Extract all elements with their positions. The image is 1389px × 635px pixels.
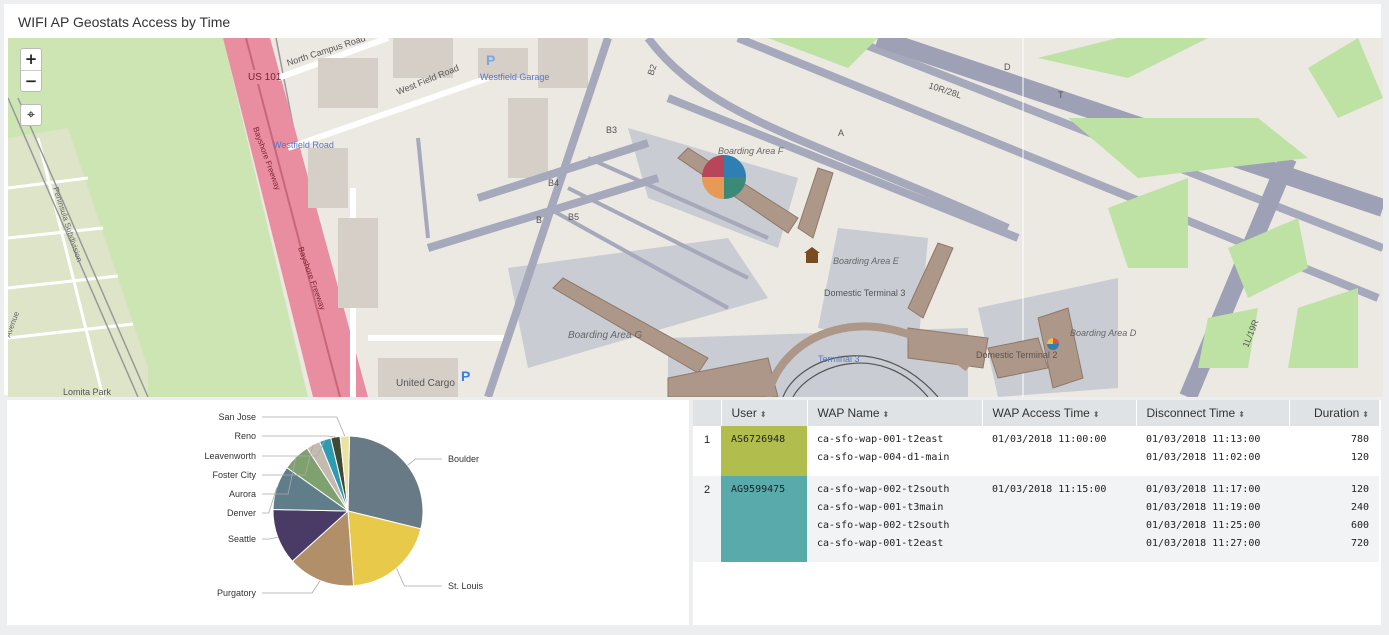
user-cell[interactable]: AS6726948	[721, 426, 807, 476]
disconnect-time: 01/03/2018 11:13:00	[1146, 434, 1261, 445]
pie-label: Denver	[227, 508, 256, 518]
header-wap-name[interactable]: WAP Name ⬍	[806, 400, 982, 426]
map-panel: WIFI AP Geostats Access by Time North Ca…	[4, 4, 1383, 397]
duration: 120	[1350, 484, 1369, 495]
wap-name: ca-sfo-wap-001-t2east	[817, 538, 944, 549]
duration: 600	[1350, 520, 1369, 531]
access-time-cell: 01/03/2018 11:00:00	[992, 434, 1107, 445]
zoom-in-button[interactable]: +	[21, 49, 41, 70]
table-row[interactable]: 2 AG9599475 ca-sfo-wap-002-t2south ca-sf…	[693, 476, 1379, 562]
map-pie-marker-1[interactable]	[702, 155, 746, 199]
pie-label: Seattle	[228, 534, 256, 544]
access-table: User ⬍ WAP Name ⬍ WAP Access Time ⬍ Disconn…	[693, 400, 1379, 562]
row-index: 1	[703, 434, 711, 446]
map-label-united-cargo: United Cargo	[396, 378, 455, 389]
taxiway-d: D	[1004, 62, 1011, 72]
map-label-westfield-road: Westfield Road	[273, 140, 334, 150]
pie-label: Boulder	[448, 454, 479, 464]
zoom-control: + −	[20, 48, 42, 92]
duration: 240	[1350, 502, 1369, 513]
wap-name: ca-sfo-wap-004-d1-main	[817, 452, 950, 463]
table-header-row: User ⬍ WAP Name ⬍ WAP Access Time ⬍ Disconn…	[693, 400, 1379, 426]
disconnect-time: 01/03/2018 11:25:00	[1146, 520, 1261, 531]
map-label-us101: US 101	[248, 72, 282, 83]
access-time-cell: 01/03/2018 11:15:00	[982, 476, 1136, 562]
header-disconnect-time[interactable]: Disconnect Time ⬍	[1135, 400, 1289, 426]
pie-label: Purgatory	[217, 588, 257, 598]
duration: 780	[1350, 434, 1369, 445]
wap-name: ca-sfo-wap-001-t3main	[817, 502, 944, 513]
parking-garage-icon: P	[486, 52, 495, 68]
pie-leader-line	[262, 536, 278, 540]
map-label-boarding-f: Boarding Area F	[718, 146, 784, 156]
zoom-out-button[interactable]: −	[21, 70, 41, 91]
taxiway-b4: B4	[548, 178, 559, 188]
disconnect-time: 01/03/2018 11:17:00	[1146, 484, 1261, 495]
map-view[interactable]: North Campus Road West Field Road Westfi…	[8, 38, 1383, 397]
pie-leader-line	[262, 435, 336, 438]
parking-icon: P	[461, 368, 470, 384]
table-row[interactable]: 1 AS6726948 ca-sfo-wap-001-t2east ca-sfo…	[693, 426, 1379, 476]
map-label-boarding-d: Boarding Area D	[1070, 328, 1137, 338]
sort-icon: ⬍	[882, 410, 890, 419]
table-panel: User ⬍ WAP Name ⬍ WAP Access Time ⬍ Disconn…	[693, 400, 1381, 625]
sort-icon: ⬍	[759, 410, 767, 419]
taxiway-b: B	[536, 215, 542, 225]
duration: 120	[1350, 452, 1369, 463]
wap-name: ca-sfo-wap-001-t2east	[817, 434, 944, 445]
pie-leader-line	[396, 568, 442, 587]
map-label-westfield-garage: Westfield Garage	[480, 72, 549, 82]
pie-chart[interactable]: Boulder St. Louis Purgatory Seattle Denver Au…	[7, 400, 689, 625]
taxiway-b2: B2	[645, 63, 658, 77]
taxiway-b5: B5	[568, 212, 579, 222]
duration: 720	[1350, 538, 1369, 549]
header-wap-access-time[interactable]: WAP Access Time ⬍	[981, 400, 1136, 426]
map-label-domestic-2: Domestic Terminal 2	[976, 350, 1057, 360]
header-duration[interactable]: Duration ⬍	[1288, 400, 1379, 426]
museum-icon	[804, 247, 820, 263]
duration-cell: 780 120	[1289, 426, 1379, 476]
pie-panel: Boulder St. Louis Purgatory Seattle Denver Au…	[7, 400, 689, 625]
taxiway-t: T	[1058, 90, 1064, 100]
map-label-terminal-3: Terminal 3	[818, 354, 860, 364]
wap-name-cell: ca-sfo-wap-002-t2south ca-sfo-wap-001-t3…	[807, 476, 982, 562]
map-label-boarding-e: Boarding Area E	[833, 256, 900, 266]
sort-icon: ⬍	[1362, 410, 1369, 419]
map-label-domestic-3: Domestic Terminal 3	[824, 288, 905, 298]
map-label-lomita-park: Lomita Park	[63, 387, 112, 397]
disconnect-time-cell: 01/03/2018 11:13:00 01/03/2018 11:02:00	[1136, 426, 1289, 476]
pie-label: San Jose	[218, 412, 256, 422]
pie-label: Leavenworth	[204, 451, 256, 461]
locate-button[interactable]: ⌖	[20, 104, 42, 126]
pie-label: Foster City	[212, 470, 256, 480]
header-user[interactable]: User ⬍	[720, 400, 807, 426]
pie-label: St. Louis	[448, 581, 484, 591]
wap-name-cell: ca-sfo-wap-001-t2east ca-sfo-wap-004-d1-…	[807, 426, 982, 476]
disconnect-time: 01/03/2018 11:19:00	[1146, 502, 1261, 513]
disconnect-time-cell: 01/03/2018 11:17:00 01/03/2018 11:19:00 …	[1136, 476, 1289, 562]
header-index	[693, 400, 721, 426]
pie-label: Reno	[234, 431, 256, 441]
pie-leader-line	[262, 580, 321, 594]
panel-title: WIFI AP Geostats Access by Time	[18, 14, 231, 30]
row-index: 2	[693, 476, 721, 562]
pie-label: Aurora	[229, 489, 256, 499]
sort-icon: ⬍	[1238, 410, 1245, 419]
disconnect-time: 01/03/2018 11:02:00	[1146, 452, 1261, 463]
user-cell[interactable]: AG9599475	[721, 476, 807, 562]
duration-cell: 120 240 600 720	[1289, 476, 1379, 562]
map-pie-marker-2[interactable]	[1047, 338, 1059, 350]
pie-leader-line	[407, 458, 442, 466]
sort-icon: ⬍	[1092, 410, 1100, 419]
wap-name: ca-sfo-wap-002-t2south	[817, 484, 950, 495]
taxiway-a: A	[838, 128, 844, 138]
disconnect-time: 01/03/2018 11:27:00	[1146, 538, 1261, 549]
map-canvas[interactable]: North Campus Road West Field Road Westfi…	[8, 38, 1383, 397]
pie-leader-line	[262, 416, 346, 437]
map-label-boarding-g: Boarding Area G	[568, 330, 642, 341]
wap-name: ca-sfo-wap-002-t2south	[817, 520, 950, 531]
taxiway-b3: B3	[606, 125, 617, 135]
